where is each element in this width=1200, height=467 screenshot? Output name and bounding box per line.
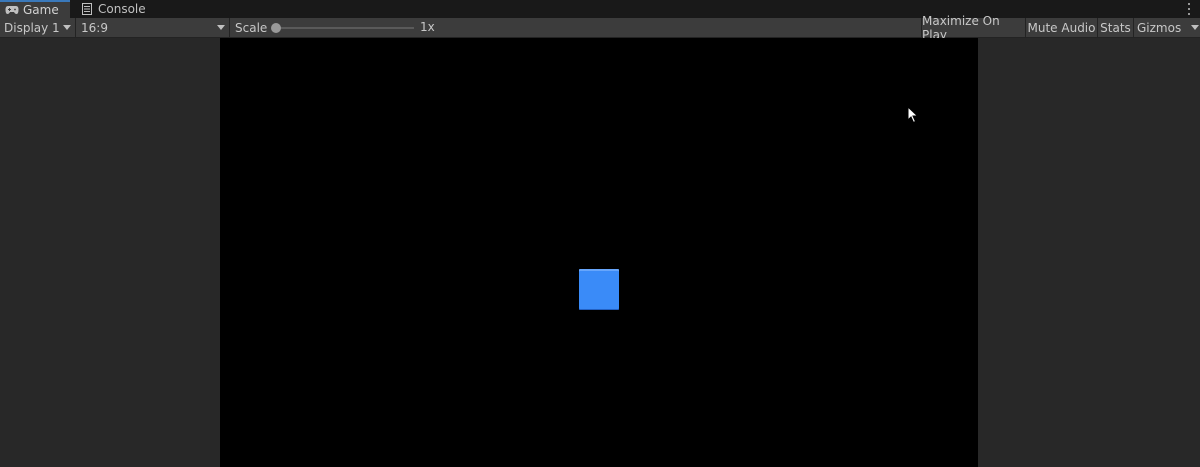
display-dropdown[interactable]: Display 1 xyxy=(0,18,76,37)
scale-control: Scale 1x xyxy=(231,18,921,37)
scale-slider-handle[interactable] xyxy=(271,23,281,33)
more-options-icon[interactable] xyxy=(1184,2,1194,16)
stats-button[interactable]: Stats xyxy=(1097,18,1133,37)
chevron-down-icon xyxy=(217,25,225,30)
mute-audio-label: Mute Audio xyxy=(1027,20,1096,35)
gizmos-label: Gizmos xyxy=(1137,20,1182,35)
aspect-ratio-label: 16:9 xyxy=(81,20,108,35)
console-icon xyxy=(80,2,94,16)
tab-console-label: Console xyxy=(98,2,146,16)
blue-cube xyxy=(579,269,619,310)
gamepad-icon xyxy=(5,3,19,17)
aspect-ratio-dropdown[interactable]: 16:9 xyxy=(77,18,230,37)
display-dropdown-label: Display 1 xyxy=(4,20,60,35)
chevron-down-icon xyxy=(63,25,71,30)
mouse-cursor-icon xyxy=(907,106,919,124)
tab-game-label: Game xyxy=(23,3,59,17)
stats-label: Stats xyxy=(1100,20,1131,35)
tab-game[interactable]: Game xyxy=(0,0,70,18)
maximize-on-play-button[interactable]: Maximize On Play xyxy=(921,14,1025,42)
game-view-toolbar: Display 1 16:9 Scale 1x Maximize On Play… xyxy=(0,14,1200,42)
scale-label: Scale xyxy=(235,20,268,35)
game-view-area xyxy=(0,38,1200,467)
chevron-down-icon xyxy=(1190,25,1199,30)
game-render-viewport[interactable] xyxy=(220,38,978,467)
gizmos-button[interactable]: Gizmos xyxy=(1133,18,1189,37)
gizmos-dropdown[interactable] xyxy=(1189,18,1200,37)
tab-console[interactable]: Console xyxy=(75,0,155,18)
mute-audio-button[interactable]: Mute Audio xyxy=(1025,18,1097,37)
scale-slider-track[interactable] xyxy=(276,27,414,29)
scale-value: 1x xyxy=(420,20,435,34)
